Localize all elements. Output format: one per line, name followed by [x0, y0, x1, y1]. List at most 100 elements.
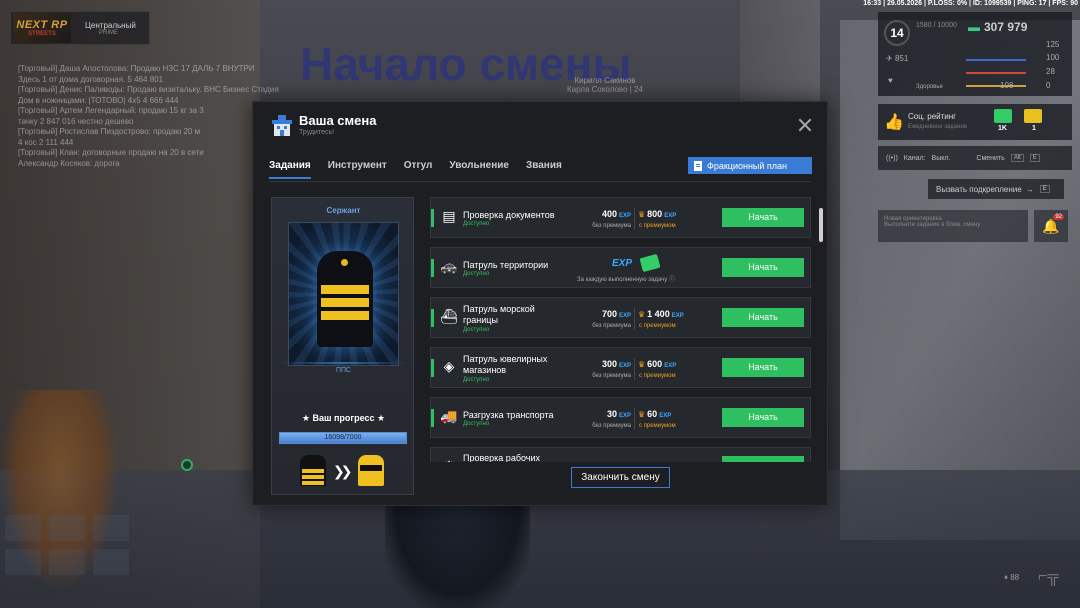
task-row: ⛴ Патруль морской границы Доступно 700 EX… [430, 297, 811, 338]
notification-badge: 92 [1053, 214, 1064, 220]
social-rating-panel[interactable]: 👍 Соц. рейтинг Ежедневное задание 1K 1 [878, 104, 1072, 140]
task-premium-reward: ♛ 600 EXP [638, 359, 676, 369]
task-list-scrollbar[interactable] [819, 208, 823, 242]
exp-reward-icon: EXP [612, 258, 633, 269]
premium-reward-label: с премиумом [639, 323, 676, 329]
background-panel [840, 20, 1080, 540]
minimap-cell [5, 549, 41, 575]
base-reward-value: 30 [606, 409, 617, 419]
task-name: Патруль морской границы [463, 304, 535, 325]
tab-day-off[interactable]: Отгул [404, 160, 433, 179]
tab-tasks[interactable]: Задания [269, 160, 311, 179]
close-icon[interactable] [797, 117, 813, 133]
task-row: 🚚 Разгрузка транспорта Доступно 30 EXP бе… [430, 397, 811, 438]
task-row: 🚓 Патруль территории Доступно EXP За каж… [430, 247, 811, 288]
reward-separator [634, 208, 635, 230]
ammo-counter: ⏸ 88 [1004, 573, 1019, 583]
task-status: Доступно [463, 421, 490, 427]
start-task-button[interactable]: Начать [722, 258, 804, 277]
weapon-icon: ⌐╦ [1038, 568, 1059, 585]
call-backup-label: Вызвать подкрепление [936, 184, 1022, 194]
npc-subtitle: Карла Соколово | 24 [567, 85, 643, 94]
crown-icon: ♛ [638, 310, 646, 319]
exp-tag: EXP [664, 213, 677, 219]
social-green-icon [994, 109, 1012, 123]
base-reward-label: без премиума [592, 423, 631, 429]
arrow-right-icon: → [1025, 184, 1034, 194]
modal-subtitle: Трудитесь! [299, 129, 335, 136]
progress-label: ★ Ваш прогресс ★ [301, 413, 386, 423]
server-name: Центральный PRIME [85, 21, 136, 36]
exp-tag: EXP [659, 413, 672, 419]
faction-plan-button[interactable]: Фракционный план [688, 157, 812, 174]
exp-tag: EXP [671, 313, 684, 319]
end-shift-button[interactable]: Закончить смену [571, 467, 670, 488]
chat-line: Здесь 1 от дома договорная. 5 464 801 [18, 74, 164, 84]
logo-text-main: NEXT RP [16, 19, 68, 31]
task-status: Доступно [463, 221, 490, 227]
start-task-button[interactable] [722, 456, 804, 462]
call-backup-button[interactable]: Вызвать подкрепление → Е [928, 179, 1064, 199]
radio-label: Канал: [903, 154, 926, 162]
radio-panel[interactable]: ((•)) Канал: Выкл. Сменить Alt Е [878, 146, 1072, 170]
money-value: 307 979 [984, 20, 1028, 34]
cash-reward-icon [639, 253, 661, 273]
start-task-button[interactable]: Начать [722, 408, 804, 427]
stat-value-5: 0 [1046, 81, 1051, 90]
reward-separator [634, 408, 635, 430]
strap-stripe [321, 298, 369, 307]
passport-icon: ▤ [442, 208, 456, 224]
radio-key-1: Alt [1010, 154, 1024, 162]
stat-value-1: 125 [1046, 40, 1060, 49]
start-task-button[interactable]: Начать [722, 308, 804, 327]
task-name: Патруль ювелирных магазинов [463, 354, 548, 375]
premium-reward-label: с премиумом [639, 223, 676, 229]
radio-value: Выкл. [931, 154, 951, 162]
thumbs-up-icon: 👍 [884, 114, 904, 131]
minimap-cell [5, 515, 41, 541]
tab-resignation[interactable]: Увольнение [449, 160, 509, 179]
server-tier-label: PRIME [99, 29, 119, 36]
base-reward-label: без премиума [592, 223, 631, 229]
premium-reward-value: 600 [647, 359, 663, 369]
task-name: Проверка документов [463, 210, 555, 220]
task-status: Доступно [463, 377, 490, 383]
next-rank-preview: ❯❯ [300, 455, 388, 487]
minimap-cell [93, 549, 129, 575]
base-reward-value: 700 [601, 309, 617, 319]
notifications-button[interactable]: 🔔 92 [1034, 210, 1068, 242]
bell-icon: 🔔 [1042, 217, 1060, 234]
worker-icon: ⚙ [440, 458, 458, 462]
reward-separator [634, 308, 635, 330]
social-rating-title: Соц. рейтинг [908, 112, 957, 121]
car-icon: 🚓 [440, 258, 458, 274]
info-icon[interactable]: ⓘ [669, 277, 675, 283]
police-station-icon [272, 115, 292, 136]
social-count-2: 1 [1032, 125, 1036, 132]
money-display: ▬ 307 979 [968, 20, 1027, 34]
map-marker-icon [181, 459, 193, 471]
start-task-button[interactable]: Начать [722, 208, 804, 227]
next-rank-strap-icon [358, 455, 384, 486]
per-task-text: За каждую выполненную задачу [577, 277, 668, 283]
shift-modal: Ваша смена Трудитесь! Задания Инструмент… [252, 101, 828, 506]
call-backup-key: Е [1039, 185, 1050, 193]
tab-ranks[interactable]: Звания [526, 160, 562, 179]
task-row: ▤ Проверка документов Доступно 400 EXP бе… [430, 197, 811, 238]
exp-tag: EXP [618, 213, 631, 219]
tab-tools[interactable]: Инструмент [328, 160, 387, 179]
task-name: Разгрузка транспорта [463, 410, 554, 420]
strap-stripe [321, 285, 369, 294]
task-accent [431, 309, 434, 327]
radio-key-2: Е [1029, 154, 1040, 162]
stat-value-3: 28 [1046, 67, 1055, 76]
armor-icon: ✈ [886, 54, 893, 63]
start-task-button[interactable]: Начать [722, 358, 804, 377]
rank-insignia-art [288, 222, 399, 366]
task-row: ◈ Патруль ювелирных магазинов Доступно 3… [430, 347, 811, 388]
minimap-cell [49, 515, 85, 541]
task-hint-subtitle: Выполните задание в ближ. смену [884, 222, 981, 228]
cash-icon: ▬ [968, 20, 980, 34]
task-name: Проверка рабочих [463, 453, 541, 462]
health-label: Здоровье [916, 84, 943, 90]
